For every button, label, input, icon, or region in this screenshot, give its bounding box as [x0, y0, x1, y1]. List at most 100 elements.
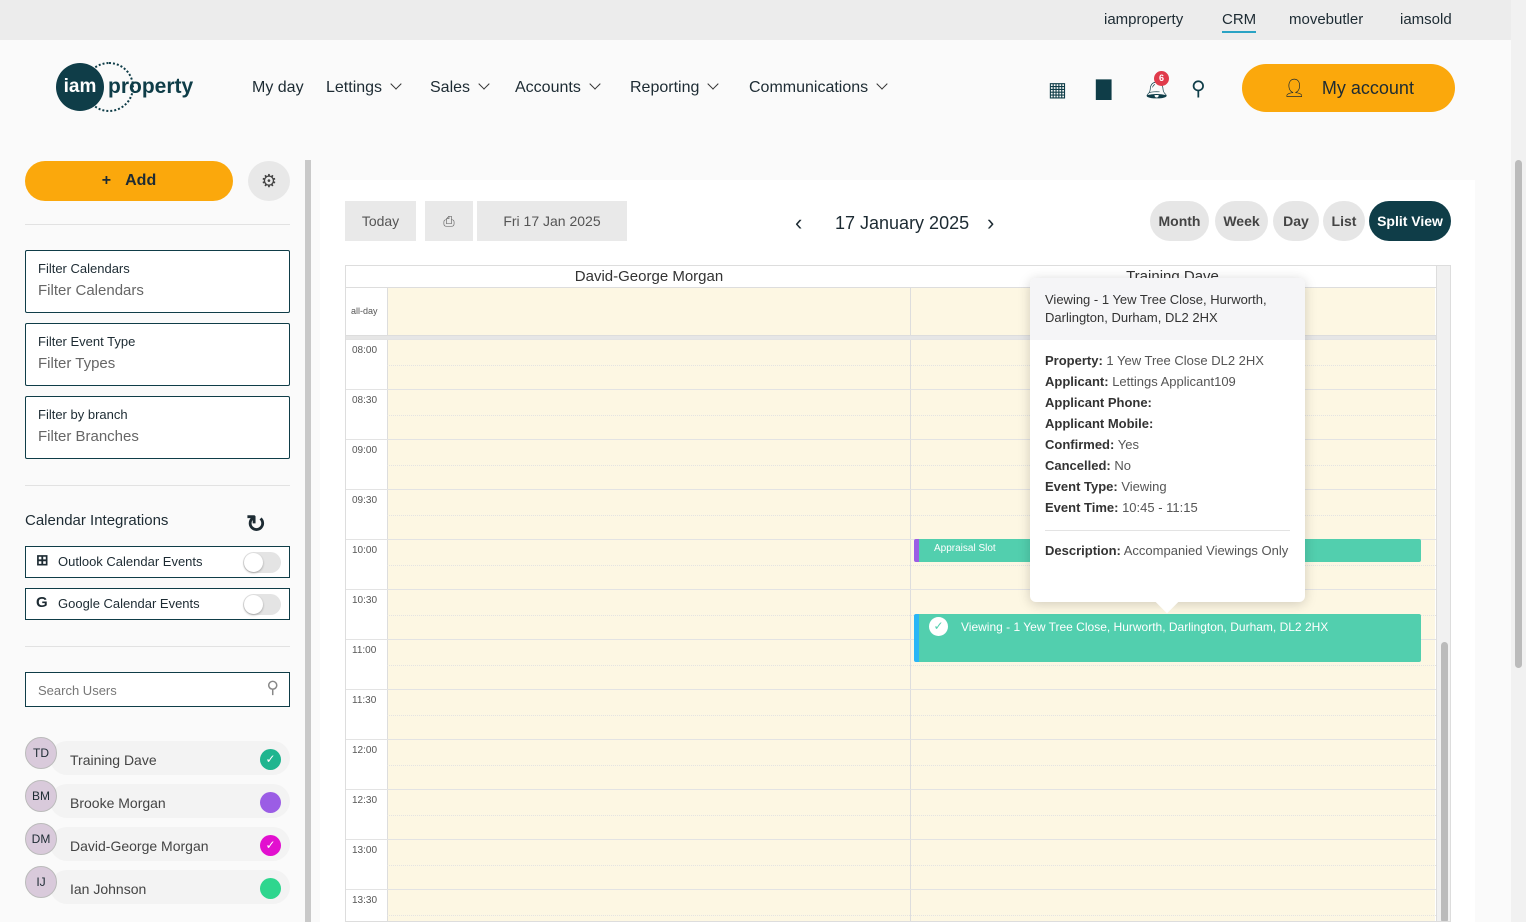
field-key: Applicant: — [1045, 374, 1109, 389]
search-icon[interactable]: ⚲ — [1191, 76, 1206, 101]
chevron-down-icon — [478, 78, 490, 90]
time-label: 12:30 — [352, 795, 378, 806]
time-label: 08:30 — [352, 395, 378, 406]
apps-grid-icon[interactable]: ▦ — [1048, 77, 1067, 102]
user-name: Ian Johnson — [70, 881, 147, 897]
view-week-button[interactable]: Week — [1215, 201, 1268, 241]
nav-item[interactable]: My day — [252, 79, 304, 97]
filter-label: Filter Calendars — [38, 261, 130, 276]
top-link-crm[interactable]: CRM — [1222, 11, 1257, 33]
time-slot[interactable]: 12:30 — [346, 789, 1436, 839]
tooltip-field: Confirmed: Yes — [1030, 434, 1305, 455]
avatar: TD — [25, 737, 57, 769]
calendar-icon[interactable]: ▇ — [1096, 76, 1111, 101]
calendar-title: 17 January 2025 — [835, 213, 970, 233]
time-slot[interactable]: 11:30 — [346, 689, 1436, 739]
color-dot[interactable] — [260, 878, 281, 899]
refresh-icon[interactable]: ↻ — [246, 510, 266, 539]
nav-item[interactable]: Sales — [430, 78, 490, 97]
integration-row: ⊞ Outlook Calendar Events — [25, 546, 290, 578]
check-icon[interactable]: ✓ — [260, 749, 281, 770]
add-button[interactable]: + Add — [25, 161, 233, 201]
view-month-button[interactable]: Month — [1150, 201, 1209, 241]
top-link-iamproperty[interactable]: iamproperty — [1104, 11, 1183, 28]
description-value: Accompanied Viewings Only — [1123, 543, 1289, 558]
nav-label: Sales — [430, 79, 471, 96]
settings-button[interactable]: ⚙ — [248, 161, 290, 201]
user-item[interactable]: DM David-George Morgan ✓ — [25, 823, 290, 863]
field-value: 10:45 - 11:15 — [1122, 500, 1198, 515]
date-picker-button[interactable]: Fri 17 Jan 2025 — [477, 201, 627, 241]
view-day-button[interactable]: Day — [1273, 201, 1319, 241]
google-icon: G — [36, 594, 48, 611]
view-split-view-button[interactable]: Split View — [1369, 201, 1451, 241]
chevron-down-icon — [876, 78, 888, 90]
time-slot[interactable]: 13:30 — [346, 889, 1436, 921]
integration-toggle[interactable] — [243, 594, 281, 615]
top-bar — [0, 0, 1511, 40]
top-link-movebutler[interactable]: movebutler — [1289, 11, 1363, 28]
time-label: 08:00 — [352, 345, 378, 356]
plus-icon: + — [101, 172, 112, 189]
nav-item[interactable]: Accounts — [515, 78, 601, 97]
integrations-title: Calendar Integrations — [25, 512, 169, 529]
divider — [25, 646, 290, 647]
field-value: 1 Yew Tree Close DL2 2HX — [1106, 353, 1264, 368]
field-key: Applicant Phone: — [1045, 395, 1152, 410]
next-chevron-icon[interactable]: › — [987, 210, 994, 236]
color-dot[interactable] — [260, 792, 281, 813]
filter-select[interactable]: Filter Event Type Filter Types — [25, 323, 290, 386]
calendar-scrollbar[interactable] — [1436, 266, 1450, 921]
top-link-iamsold[interactable]: iamsold — [1400, 11, 1452, 28]
integration-label: Outlook Calendar Events — [58, 554, 203, 569]
integration-row: G Google Calendar Events — [25, 588, 290, 620]
field-key: Confirmed: — [1045, 437, 1115, 452]
filter-placeholder: Filter Branches — [38, 428, 139, 445]
windows-icon: ⊞ — [36, 552, 49, 569]
user-name: David-George Morgan — [70, 838, 209, 854]
time-label: 13:30 — [352, 895, 378, 906]
field-value: Viewing — [1121, 479, 1167, 494]
search-placeholder: Search Users — [38, 683, 117, 698]
sidebar-scrollbar[interactable] — [305, 160, 311, 922]
nav-label: My day — [252, 79, 304, 96]
my-account-button[interactable]: 👤︎ My account — [1242, 64, 1455, 112]
time-slot[interactable]: 13:00 — [346, 839, 1436, 889]
chevron-down-icon — [707, 78, 720, 90]
field-value: No — [1114, 458, 1131, 473]
tooltip-field: Event Type: Viewing — [1030, 476, 1305, 497]
chevron-down-icon — [589, 78, 601, 90]
check-icon: ✓ — [929, 617, 948, 636]
check-icon[interactable]: ✓ — [260, 835, 281, 856]
user-item[interactable]: IJ Ian Johnson — [25, 866, 290, 906]
nav-item[interactable]: Reporting — [630, 78, 720, 97]
integration-toggle[interactable] — [243, 552, 281, 573]
nav-item[interactable]: Lettings — [326, 78, 402, 97]
logo-mark: iam — [63, 76, 97, 97]
today-button[interactable]: Today — [345, 201, 416, 241]
time-label: 12:00 — [352, 745, 378, 756]
divider — [25, 224, 290, 225]
view-list-button[interactable]: List — [1323, 201, 1365, 241]
tooltip-field: Applicant Mobile: — [1030, 413, 1305, 434]
logo[interactable]: iam — [56, 63, 104, 111]
time-slot[interactable]: 12:00 — [346, 739, 1436, 789]
calendar-event[interactable]: ✓ Viewing - 1 Yew Tree Close, Hurworth, D… — [914, 614, 1421, 662]
field-value: Yes — [1117, 437, 1139, 452]
user-item[interactable]: TD Training Dave ✓ — [25, 737, 290, 777]
time-label: 11:00 — [352, 645, 377, 656]
event-title: Appraisal Slot — [934, 543, 996, 554]
print-button[interactable]: ⎙ — [425, 201, 473, 241]
nav-item[interactable]: Communications — [749, 78, 888, 97]
page-scrollbar[interactable] — [1511, 0, 1526, 922]
prev-chevron-icon[interactable]: ‹ — [795, 210, 802, 236]
field-key: Event Type: — [1045, 479, 1118, 494]
description-key: Description: — [1045, 543, 1121, 558]
filter-select[interactable]: Filter by branch Filter Branches — [25, 396, 290, 459]
filter-select[interactable]: Filter Calendars Filter Calendars — [25, 250, 290, 313]
add-label: Add — [125, 172, 157, 189]
tooltip-field: Applicant Phone: — [1030, 392, 1305, 413]
search-users-input[interactable]: Search Users ⚲ — [25, 672, 290, 707]
event-title: Viewing - 1 Yew Tree Close, Hurworth, Da… — [961, 620, 1329, 634]
user-item[interactable]: BM Brooke Morgan — [25, 780, 290, 820]
